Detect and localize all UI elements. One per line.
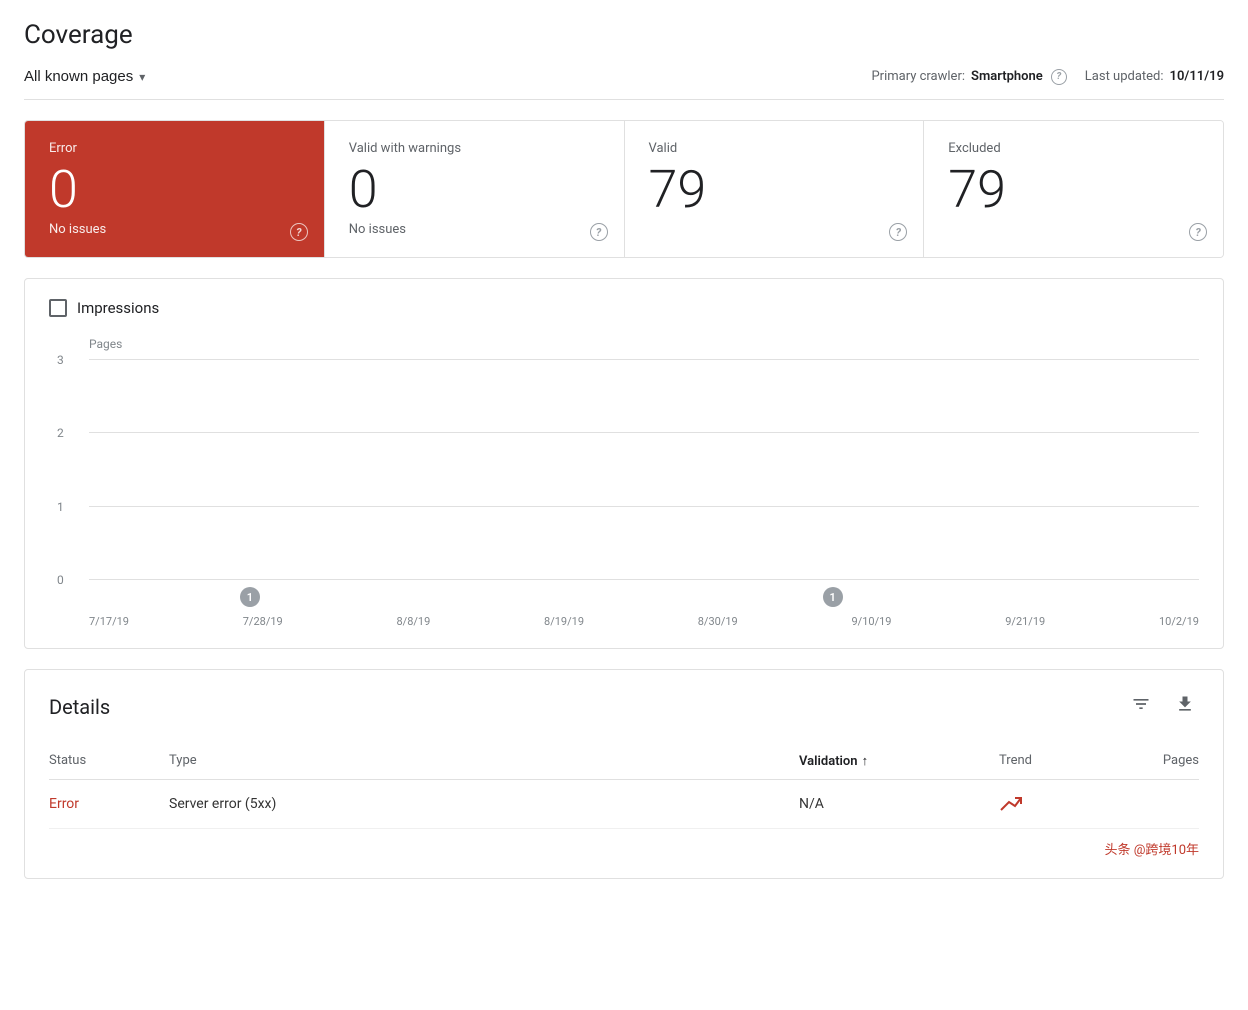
y-tick-0: 0 [57, 573, 64, 587]
impressions-label: Impressions [77, 299, 159, 317]
x-tick-2: 8/8/19 [396, 615, 430, 628]
x-axis: 7/17/19 7/28/19 8/8/19 8/19/19 8/30/19 9… [89, 615, 1199, 628]
card-excluded-label: Excluded [948, 141, 1199, 156]
details-actions [1127, 690, 1199, 723]
row-type: Server error (5xx) [169, 796, 799, 812]
x-tick-3: 8/19/19 [544, 615, 584, 628]
col-pages: Pages [1119, 753, 1199, 769]
gridline-1: 1 [89, 506, 1199, 507]
event-dot-1: 1 [240, 587, 260, 607]
x-tick-6: 9/21/19 [1005, 615, 1045, 628]
y-axis-label: Pages [89, 337, 1199, 351]
col-validation: Validation ↑ [799, 753, 999, 769]
gridline-0: 0 [89, 579, 1199, 580]
x-tick-0: 7/17/19 [89, 615, 129, 628]
impressions-checkbox[interactable] [49, 299, 67, 317]
card-excluded: Excluded 79 ? [924, 121, 1223, 257]
x-tick-1: 7/28/19 [243, 615, 283, 628]
col-status: Status [49, 753, 169, 769]
filter-label: All known pages [24, 68, 133, 85]
col-type: Type [169, 753, 799, 769]
y-tick-1: 1 [57, 500, 64, 514]
table-row[interactable]: Error Server error (5xx) N/A [49, 780, 1199, 829]
impressions-toggle: Impressions [49, 299, 1199, 317]
event-marker-1: 1 [240, 587, 260, 607]
help-icon-crawler[interactable]: ? [1051, 69, 1067, 85]
chart-area: Pages 3 2 1 0 [49, 337, 1199, 628]
help-icon-valid[interactable]: ? [889, 223, 907, 241]
chart-canvas: 3 2 1 0 [89, 359, 1199, 579]
row-validation: N/A [799, 796, 999, 812]
card-valid-number: 79 [649, 164, 900, 216]
x-tick-7: 10/2/19 [1159, 615, 1199, 628]
page-title: Coverage [24, 20, 1224, 50]
download-button[interactable] [1171, 690, 1199, 723]
y-tick-2: 2 [57, 426, 64, 440]
bars-container [89, 359, 1199, 579]
details-header: Details [49, 690, 1199, 723]
crawler-info: Primary crawler: Smartphone ? Last updat… [871, 69, 1224, 85]
row-trend [999, 794, 1119, 814]
gridline-2: 2 [89, 432, 1199, 433]
chart-section: Impressions Pages 3 2 1 0 [24, 278, 1224, 649]
help-icon-error[interactable]: ? [290, 223, 308, 241]
x-tick-5: 9/10/19 [851, 615, 891, 628]
card-valid-warnings: Valid with warnings 0 No issues ? [325, 121, 625, 257]
status-cards: Error 0 No issues ? Valid with warnings … [24, 120, 1224, 258]
sort-arrow-icon: ↑ [862, 753, 869, 769]
primary-crawler-label: Primary crawler: [871, 69, 965, 84]
card-error-number: 0 [49, 164, 300, 216]
chevron-down-icon: ▾ [139, 70, 145, 84]
x-tick-4: 8/30/19 [698, 615, 738, 628]
col-trend: Trend [999, 753, 1119, 769]
crawler-name: Smartphone [971, 69, 1043, 84]
help-icon-excluded[interactable]: ? [1189, 223, 1207, 241]
event-marker-2: 1 [823, 587, 843, 607]
card-warnings-label: Valid with warnings [349, 141, 600, 156]
gridline-3: 3 [89, 359, 1199, 360]
event-dot-2: 1 [823, 587, 843, 607]
table-header: Status Type Validation ↑ Trend Pages [49, 743, 1199, 780]
toolbar: All known pages ▾ Primary crawler: Smart… [24, 68, 1224, 100]
filter-button[interactable] [1127, 690, 1155, 723]
details-section: Details Status Type Validation [24, 669, 1224, 879]
card-error: Error 0 No issues ? [25, 121, 325, 257]
details-title: Details [49, 695, 110, 719]
help-icon-warnings[interactable]: ? [590, 223, 608, 241]
card-valid-label: Valid [649, 141, 900, 156]
last-updated-value: 10/11/19 [1170, 69, 1224, 84]
card-error-label: Error [49, 141, 300, 156]
filter-dropdown[interactable]: All known pages ▾ [24, 68, 145, 85]
last-updated-label: Last updated: [1085, 69, 1164, 84]
card-excluded-number: 79 [948, 164, 1199, 216]
watermark-area: 头条 @跨境10年 [49, 829, 1199, 858]
row-status: Error [49, 796, 169, 812]
card-warnings-number: 0 [349, 164, 600, 216]
watermark-text: 头条 @跨境10年 [1104, 839, 1199, 858]
card-valid: Valid 79 ? [625, 121, 925, 257]
y-tick-3: 3 [57, 353, 64, 367]
card-error-sub: No issues [49, 222, 300, 237]
card-warnings-sub: No issues [349, 222, 600, 237]
